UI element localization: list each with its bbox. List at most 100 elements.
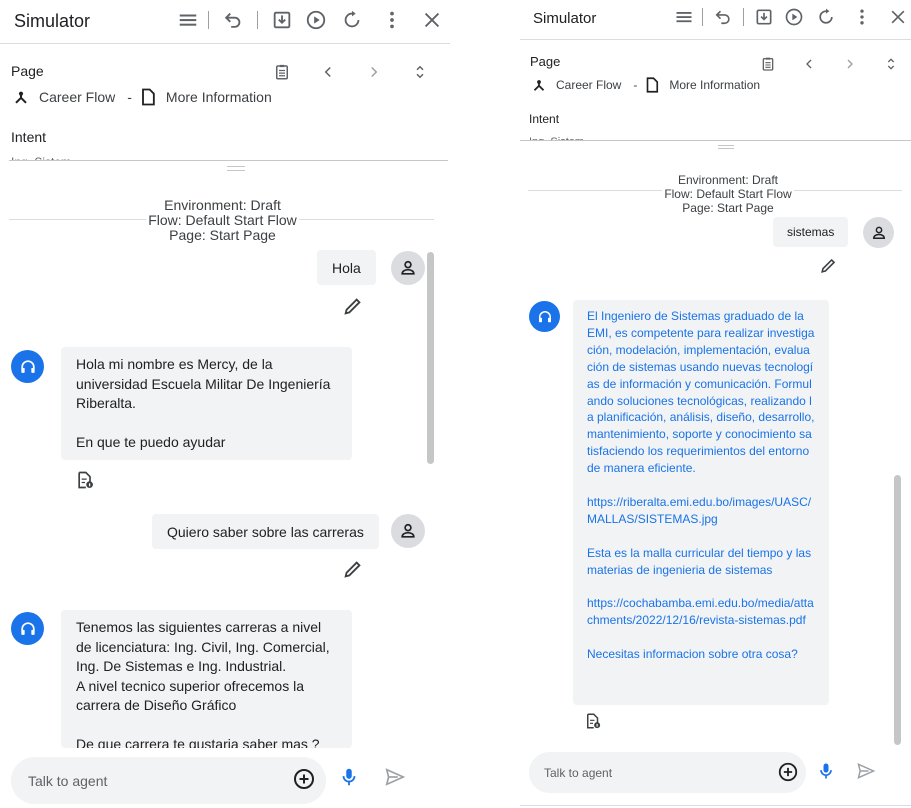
bottom-divider	[520, 805, 911, 806]
user-message: sistemas	[773, 217, 849, 247]
agent-avatar	[11, 350, 44, 383]
avatar	[391, 251, 425, 285]
avatar	[863, 217, 894, 248]
menu-icon[interactable]	[672, 5, 696, 29]
undo-icon[interactable]	[711, 5, 735, 29]
toolbar-divider	[208, 11, 209, 29]
page-label-env: Page: Start Page	[167, 227, 278, 243]
clipboard-icon[interactable]	[756, 52, 780, 76]
toolbar-divider	[257, 11, 258, 29]
more-vert-icon[interactable]	[850, 5, 874, 29]
page-label-env: Page: Start Page	[680, 201, 776, 215]
agent-message: Tenemos las siguientes carreras a nivel …	[61, 610, 352, 748]
close-icon[interactable]	[886, 5, 910, 29]
chevron-left-icon[interactable]	[797, 52, 821, 76]
page-toolbar	[756, 52, 903, 76]
agent-message: Hola mi nombre es Mercy, de la universid…	[61, 347, 352, 460]
headset-icon	[20, 359, 35, 373]
page-icon	[647, 77, 659, 93]
toolbar-divider	[702, 8, 703, 26]
flow-label: Flow: Default Start Flow	[146, 212, 299, 228]
flow-label: Flow: Default Start Flow	[662, 187, 794, 201]
edit-icon[interactable]	[342, 558, 364, 580]
mic-icon[interactable]	[816, 761, 836, 781]
page-toolbar	[270, 60, 432, 84]
chat-scrollbar[interactable]	[894, 475, 901, 745]
page-breadcrumb: Career Flow - More Information	[530, 76, 766, 94]
flow-icon	[533, 80, 545, 91]
environment-label: Environment: Draft	[675, 173, 781, 187]
unfold-icon[interactable]	[408, 60, 432, 84]
resize-handle[interactable]	[227, 166, 245, 171]
breadcrumb-separator: -	[633, 78, 638, 92]
talk-to-agent-input[interactable]	[544, 752, 754, 793]
simulator-title: Simulator	[533, 10, 597, 27]
header-toolbar	[176, 8, 444, 32]
mic-icon[interactable]	[338, 766, 360, 788]
section-divider	[9, 160, 448, 161]
toolbar-divider	[743, 8, 744, 26]
avatar	[391, 514, 425, 548]
intent-label: Intent	[11, 129, 47, 145]
more-vert-icon[interactable]	[380, 8, 404, 32]
agent-avatar	[529, 301, 560, 332]
export-icon[interactable]	[752, 5, 776, 29]
simulator-panel-left: Simulator Page Career Flow - More Inform…	[0, 0, 450, 808]
play-icon[interactable]	[782, 5, 806, 29]
send-icon[interactable]	[856, 761, 876, 781]
page-icon	[142, 88, 155, 106]
agent-message: El Ingeniero de Sistemas graduado de la …	[573, 300, 829, 705]
simulator-header: Simulator	[520, 0, 911, 40]
breadcrumb-flow[interactable]: Career Flow	[556, 78, 621, 92]
page-label: Page	[530, 54, 561, 69]
play-icon[interactable]	[304, 8, 328, 32]
chat-scrollbar[interactable]	[427, 252, 434, 464]
send-icon[interactable]	[384, 766, 406, 788]
reset-icon[interactable]	[340, 8, 364, 32]
agent-avatar	[11, 612, 44, 645]
chevron-left-icon[interactable]	[316, 60, 340, 84]
simulator-header: Simulator	[0, 0, 450, 44]
user-message: Quiero saber sobre las carreras	[152, 514, 379, 549]
menu-icon[interactable]	[176, 8, 200, 32]
environment-info: Environment: Draft Flow: Default Start F…	[620, 173, 836, 215]
breadcrumb-flow[interactable]: Career Flow	[39, 89, 115, 105]
breadcrumb-page[interactable]: More Information	[669, 78, 760, 92]
edit-icon[interactable]	[819, 256, 838, 275]
edit-icon[interactable]	[342, 295, 364, 317]
person-icon	[401, 523, 415, 538]
breadcrumb-page[interactable]: More Information	[166, 89, 272, 105]
close-icon[interactable]	[420, 8, 444, 32]
intent-label: Intent	[529, 112, 560, 126]
environment-info: Environment: Draft Flow: Default Start F…	[120, 198, 325, 243]
add-circle-icon[interactable]	[777, 761, 799, 783]
clipboard-icon[interactable]	[270, 60, 294, 84]
resize-handle[interactable]	[718, 145, 734, 149]
headset-icon	[20, 621, 35, 635]
breadcrumb-separator: -	[127, 89, 132, 105]
add-circle-icon[interactable]	[292, 767, 316, 791]
section-divider	[520, 140, 911, 141]
person-icon	[401, 260, 415, 275]
page-breadcrumb: Career Flow - More Information	[11, 87, 278, 107]
doc-info-icon[interactable]	[75, 470, 95, 490]
header-toolbar	[672, 5, 910, 29]
headset-icon	[538, 310, 551, 322]
simulator-title: Simulator	[14, 11, 91, 31]
chat-input-box	[11, 757, 326, 804]
chevron-right-icon[interactable]	[362, 60, 386, 84]
export-icon[interactable]	[270, 8, 294, 32]
talk-to-agent-input[interactable]	[28, 757, 268, 804]
reset-icon[interactable]	[814, 5, 838, 29]
page-label: Page	[11, 63, 44, 79]
person-icon	[872, 226, 885, 239]
unfold-icon[interactable]	[879, 52, 903, 76]
chat-input-box	[529, 752, 806, 793]
undo-icon[interactable]	[221, 8, 245, 32]
environment-label: Environment: Draft	[162, 197, 283, 213]
chevron-right-icon[interactable]	[838, 52, 862, 76]
user-message: Hola	[317, 250, 376, 285]
simulator-panel-right: Simulator Page Career Flow - More Inform…	[520, 0, 911, 808]
doc-info-icon[interactable]	[584, 712, 602, 730]
flow-icon	[15, 91, 27, 104]
